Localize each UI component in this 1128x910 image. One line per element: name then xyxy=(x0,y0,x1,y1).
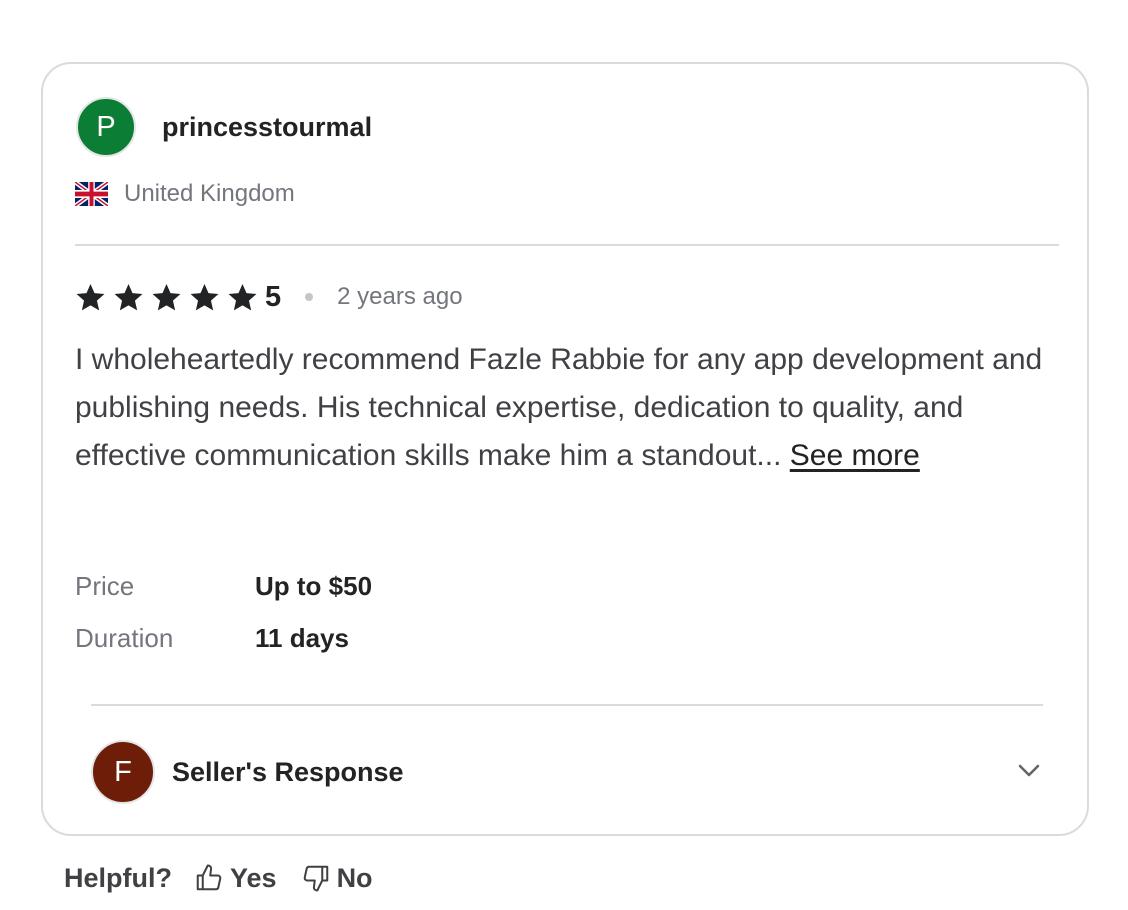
seller-response-label: Seller's Response xyxy=(172,756,404,787)
star-rating xyxy=(75,282,265,313)
divider xyxy=(75,244,1059,246)
detail-label: Duration xyxy=(75,622,174,653)
helpful-label: Helpful? xyxy=(64,862,172,893)
star-icon xyxy=(190,283,219,310)
detail-row-price: Price Up to $50 xyxy=(75,560,372,612)
seller-response-toggle[interactable]: F Seller's Response xyxy=(91,740,1043,804)
star-icon xyxy=(76,283,105,310)
divider xyxy=(91,704,1043,706)
detail-value: 11 days xyxy=(255,622,349,653)
separator-dot xyxy=(305,293,314,301)
see-more-link[interactable]: See more xyxy=(790,439,920,472)
star-icon xyxy=(152,283,181,310)
seller-avatar: F xyxy=(91,740,155,804)
detail-row-duration: Duration 11 days xyxy=(75,612,372,664)
detail-label: Price xyxy=(75,570,135,601)
avatar[interactable]: P xyxy=(76,97,136,157)
star-icon xyxy=(114,283,143,310)
helpful-yes-label: Yes xyxy=(230,862,277,893)
chevron-down-icon[interactable] xyxy=(1015,756,1043,784)
helpful-bar: Helpful? Yes No xyxy=(64,858,373,898)
star-icon xyxy=(228,283,257,310)
reviewer-header: P princesstourmal xyxy=(76,97,372,157)
reviewer-country: United Kingdom xyxy=(75,180,295,208)
helpful-yes-button[interactable]: Yes xyxy=(194,863,277,894)
detail-value: Up to $50 xyxy=(255,570,373,601)
rating-row: 5 2 years ago xyxy=(75,278,463,316)
reviewer-username[interactable]: princesstourmal xyxy=(162,112,372,143)
uk-flag-icon xyxy=(75,182,108,206)
review-details: Price Up to $50 Duration 11 days xyxy=(75,560,372,664)
review-card: P princesstourmal United Kingdom 5 2 yea… xyxy=(41,62,1089,836)
review-text: I wholeheartedly recommend Fazle Rabbie … xyxy=(75,336,1065,480)
helpful-no-button[interactable]: No xyxy=(301,863,373,894)
review-time: 2 years ago xyxy=(337,283,463,310)
helpful-no-label: No xyxy=(336,862,373,893)
rating-value: 5 xyxy=(265,280,282,313)
country-name: United Kingdom xyxy=(124,180,295,207)
thumbs-up-icon xyxy=(196,864,222,891)
thumbs-down-icon xyxy=(303,865,328,892)
